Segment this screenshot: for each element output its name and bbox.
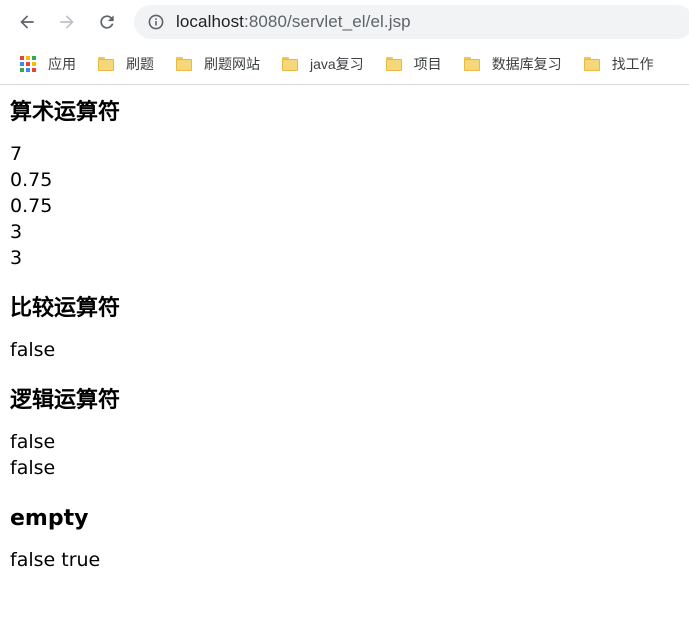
section-heading-comparison: 比较运算符 <box>10 296 121 321</box>
page-content: 算术运算符 7 0.75 0.75 3 3 比较运算符 false 逻辑运算符 … <box>0 100 689 573</box>
bookmark-label: 刷题 <box>126 56 154 72</box>
section-heading-logical: 逻辑运算符 <box>10 388 121 413</box>
info-icon[interactable] <box>148 14 164 30</box>
url-host: localhost <box>176 12 244 31</box>
output-line: 0.75 <box>10 195 53 217</box>
folder-icon <box>98 57 114 71</box>
bookmark-folder-database[interactable]: 数据库复习 <box>463 54 562 74</box>
forward-button[interactable] <box>53 8 81 36</box>
reload-icon <box>100 15 114 29</box>
output-line: 7 <box>10 143 23 165</box>
forward-arrow-icon <box>60 15 74 29</box>
section-heading-arithmetic: 算术运算符 <box>10 100 121 125</box>
output-line: 0.75 <box>10 169 53 191</box>
section-output-comparison: false <box>10 337 689 363</box>
section-output-empty: false true <box>10 547 689 573</box>
url-text[interactable]: localhost:8080/servlet_el/el.jsp <box>176 12 411 32</box>
bookmark-folder-shuati-sites[interactable]: 刷题网站 <box>176 54 260 74</box>
output-line: false <box>10 457 56 479</box>
back-arrow-icon <box>20 15 34 29</box>
folder-icon <box>583 57 600 71</box>
section-output-arithmetic: 7 0.75 0.75 3 3 <box>10 141 689 271</box>
bookmark-label: 数据库复习 <box>491 56 562 72</box>
bookmark-folder-project[interactable]: 项目 <box>385 54 442 74</box>
bookmark-folder-java[interactable]: java复习 <box>282 54 364 74</box>
folder-icon <box>385 57 402 71</box>
bookmark-label: 应用 <box>48 56 76 72</box>
output-line: false <box>10 431 56 453</box>
bookmark-apps[interactable]: 应用 <box>0 54 76 74</box>
bookmark-folder-shuati[interactable]: 刷题 <box>98 54 154 74</box>
output-line: 3 <box>10 221 23 243</box>
apps-icon <box>20 56 36 72</box>
back-button[interactable] <box>13 8 41 36</box>
bookmark-label: 刷题网站 <box>204 56 260 72</box>
section-output-logical: false false <box>10 429 689 481</box>
output-line: false <box>10 339 56 361</box>
folder-icon <box>176 57 192 71</box>
reload-button[interactable] <box>93 8 121 36</box>
bookmark-label: 项目 <box>413 56 442 72</box>
url-path: :8080/servlet_el/el.jsp <box>244 12 411 31</box>
bookmarks-bar: 应用 刷题 刷题网站 java复习 项目 数据库复习 找工作 <box>0 44 689 85</box>
folder-icon <box>282 57 298 71</box>
bookmark-label: 找工作 <box>611 56 654 72</box>
output-line: false true <box>10 549 101 571</box>
folder-icon <box>463 57 480 71</box>
bookmark-label: java复习 <box>310 56 364 72</box>
section-heading-empty: empty <box>10 506 89 531</box>
browser-toolbar: localhost:8080/servlet_el/el.jsp <box>0 0 689 44</box>
output-line: 3 <box>10 247 23 269</box>
bookmark-folder-jobs[interactable]: 找工作 <box>583 54 654 74</box>
address-bar[interactable]: localhost:8080/servlet_el/el.jsp <box>134 5 689 39</box>
